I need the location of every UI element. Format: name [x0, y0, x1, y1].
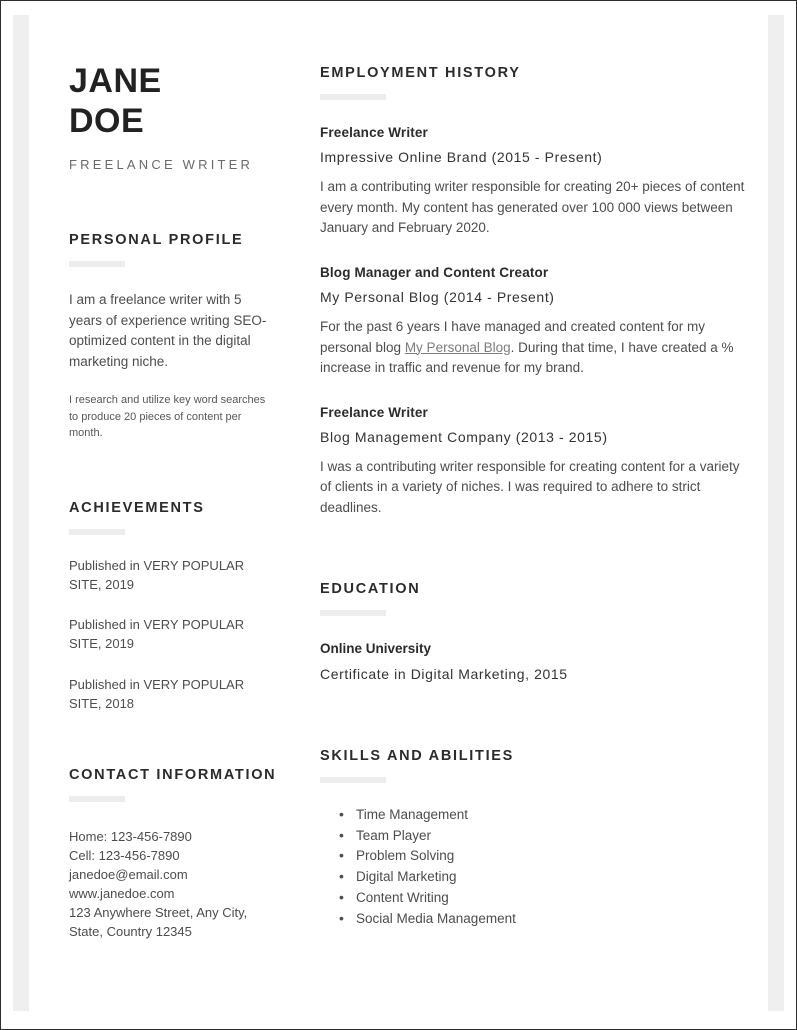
contact-email[interactable]: janedoe@email.com	[69, 866, 277, 885]
heading-divider	[320, 94, 386, 100]
job-company: Impressive Online Brand (2015 - Present)	[320, 149, 603, 165]
skill-item: Time Management	[339, 804, 746, 826]
contact-cell-phone: Cell: 123-456-7890	[69, 848, 180, 864]
achievement-item: Published in VERY POPULAR SITE, 2019	[69, 557, 245, 593]
education-entry: Online University Certificate in Digital…	[320, 641, 746, 682]
skill-item: Team Player	[339, 825, 746, 847]
job-title: Freelance Writer	[320, 125, 428, 140]
job-title: Blog Manager and Content Creator	[320, 264, 549, 280]
skill-item: Problem Solving	[339, 845, 746, 867]
skill-item: Social Media Management	[339, 908, 746, 930]
heading-divider	[69, 528, 125, 535]
name-block: JANE DOE FREELANCE WRITER	[69, 61, 277, 172]
contact-home-phone: Home: 123-456-7890	[69, 829, 192, 845]
section-employment-history: EMPLOYMENT HISTORY Freelance Writer Impr…	[320, 65, 746, 519]
job-company: Blog Management Company (2013 - 2015)	[320, 428, 608, 445]
education-school: Online University	[320, 640, 432, 656]
employment-entry: Freelance Writer Blog Management Company…	[320, 405, 746, 519]
right-column: EMPLOYMENT HISTORY Freelance Writer Impr…	[305, 61, 746, 1029]
section-education: EDUCATION Online University Certificate …	[320, 581, 746, 682]
section-contact-information: CONTACT INFORMATION Home: 123-456-7890 C…	[69, 767, 277, 942]
employment-history-heading: EMPLOYMENT HISTORY	[320, 65, 521, 81]
skill-item: Digital Marketing	[339, 866, 746, 888]
contact-address-line-1: 123 Anywhere Street, Any City,	[69, 905, 248, 921]
personal-profile-heading: PERSONAL PROFILE	[69, 232, 244, 249]
job-subtitle: FREELANCE WRITER	[69, 157, 254, 173]
heading-divider	[320, 776, 386, 783]
last-name: DOE	[69, 102, 145, 141]
heading-divider	[69, 796, 125, 803]
achievement-item: Published in VERY POPULAR SITE, 2019	[69, 617, 245, 652]
left-column: JANE DOE FREELANCE WRITER PERSONAL PROFI…	[69, 61, 305, 1029]
job-company: My Personal Blog (2014 - Present)	[320, 288, 555, 305]
heading-divider	[320, 609, 386, 616]
section-achievements: ACHIEVEMENTS Published in VERY POPULAR S…	[69, 500, 277, 713]
job-description: For the past 6 years I have managed and …	[320, 317, 746, 379]
first-name: JANE	[69, 62, 162, 100]
section-personal-profile: PERSONAL PROFILE I am a freelance writer…	[69, 232, 277, 442]
education-detail: Certificate in Digital Marketing, 2015	[320, 665, 568, 682]
job-description: I am a contributing writer responsible f…	[320, 179, 745, 236]
heading-divider	[69, 261, 125, 268]
employment-entry: Freelance Writer Impressive Online Brand…	[320, 125, 746, 239]
skill-item: Content Writing	[339, 887, 746, 909]
skills-list: Time Management Team Player Problem Solv…	[320, 804, 746, 930]
personal-profile-paragraph-secondary: I research and utilize key word searches…	[69, 394, 266, 440]
contact-details: Home: 123-456-7890 Cell: 123-456-7890 ja…	[69, 828, 277, 942]
contact-information-heading: CONTACT INFORMATION	[69, 767, 277, 784]
personal-blog-link[interactable]: My Personal Blog	[405, 340, 511, 355]
contact-website[interactable]: www.janedoe.com	[69, 885, 277, 904]
resume-content: JANE DOE FREELANCE WRITER PERSONAL PROFI…	[1, 1, 796, 1029]
education-heading: EDUCATION	[320, 580, 421, 597]
contact-address-line-2: State, Country 12345	[69, 924, 192, 940]
skills-heading: SKILLS AND ABILITIES	[320, 747, 515, 764]
employment-entry: Blog Manager and Content Creator My Pers…	[320, 265, 746, 379]
achievements-heading: ACHIEVEMENTS	[69, 499, 205, 516]
job-description: I was a contributing writer responsible …	[320, 458, 740, 516]
job-title: Freelance Writer	[320, 404, 428, 420]
resume-page: JANE DOE FREELANCE WRITER PERSONAL PROFI…	[0, 0, 797, 1030]
section-skills-and-abilities: SKILLS AND ABILITIES Time Management Tea…	[320, 748, 746, 930]
achievement-item: Published in VERY POPULAR SITE, 2018	[69, 676, 245, 711]
personal-profile-paragraph-main: I am a freelance writer with 5 years of …	[69, 292, 267, 369]
